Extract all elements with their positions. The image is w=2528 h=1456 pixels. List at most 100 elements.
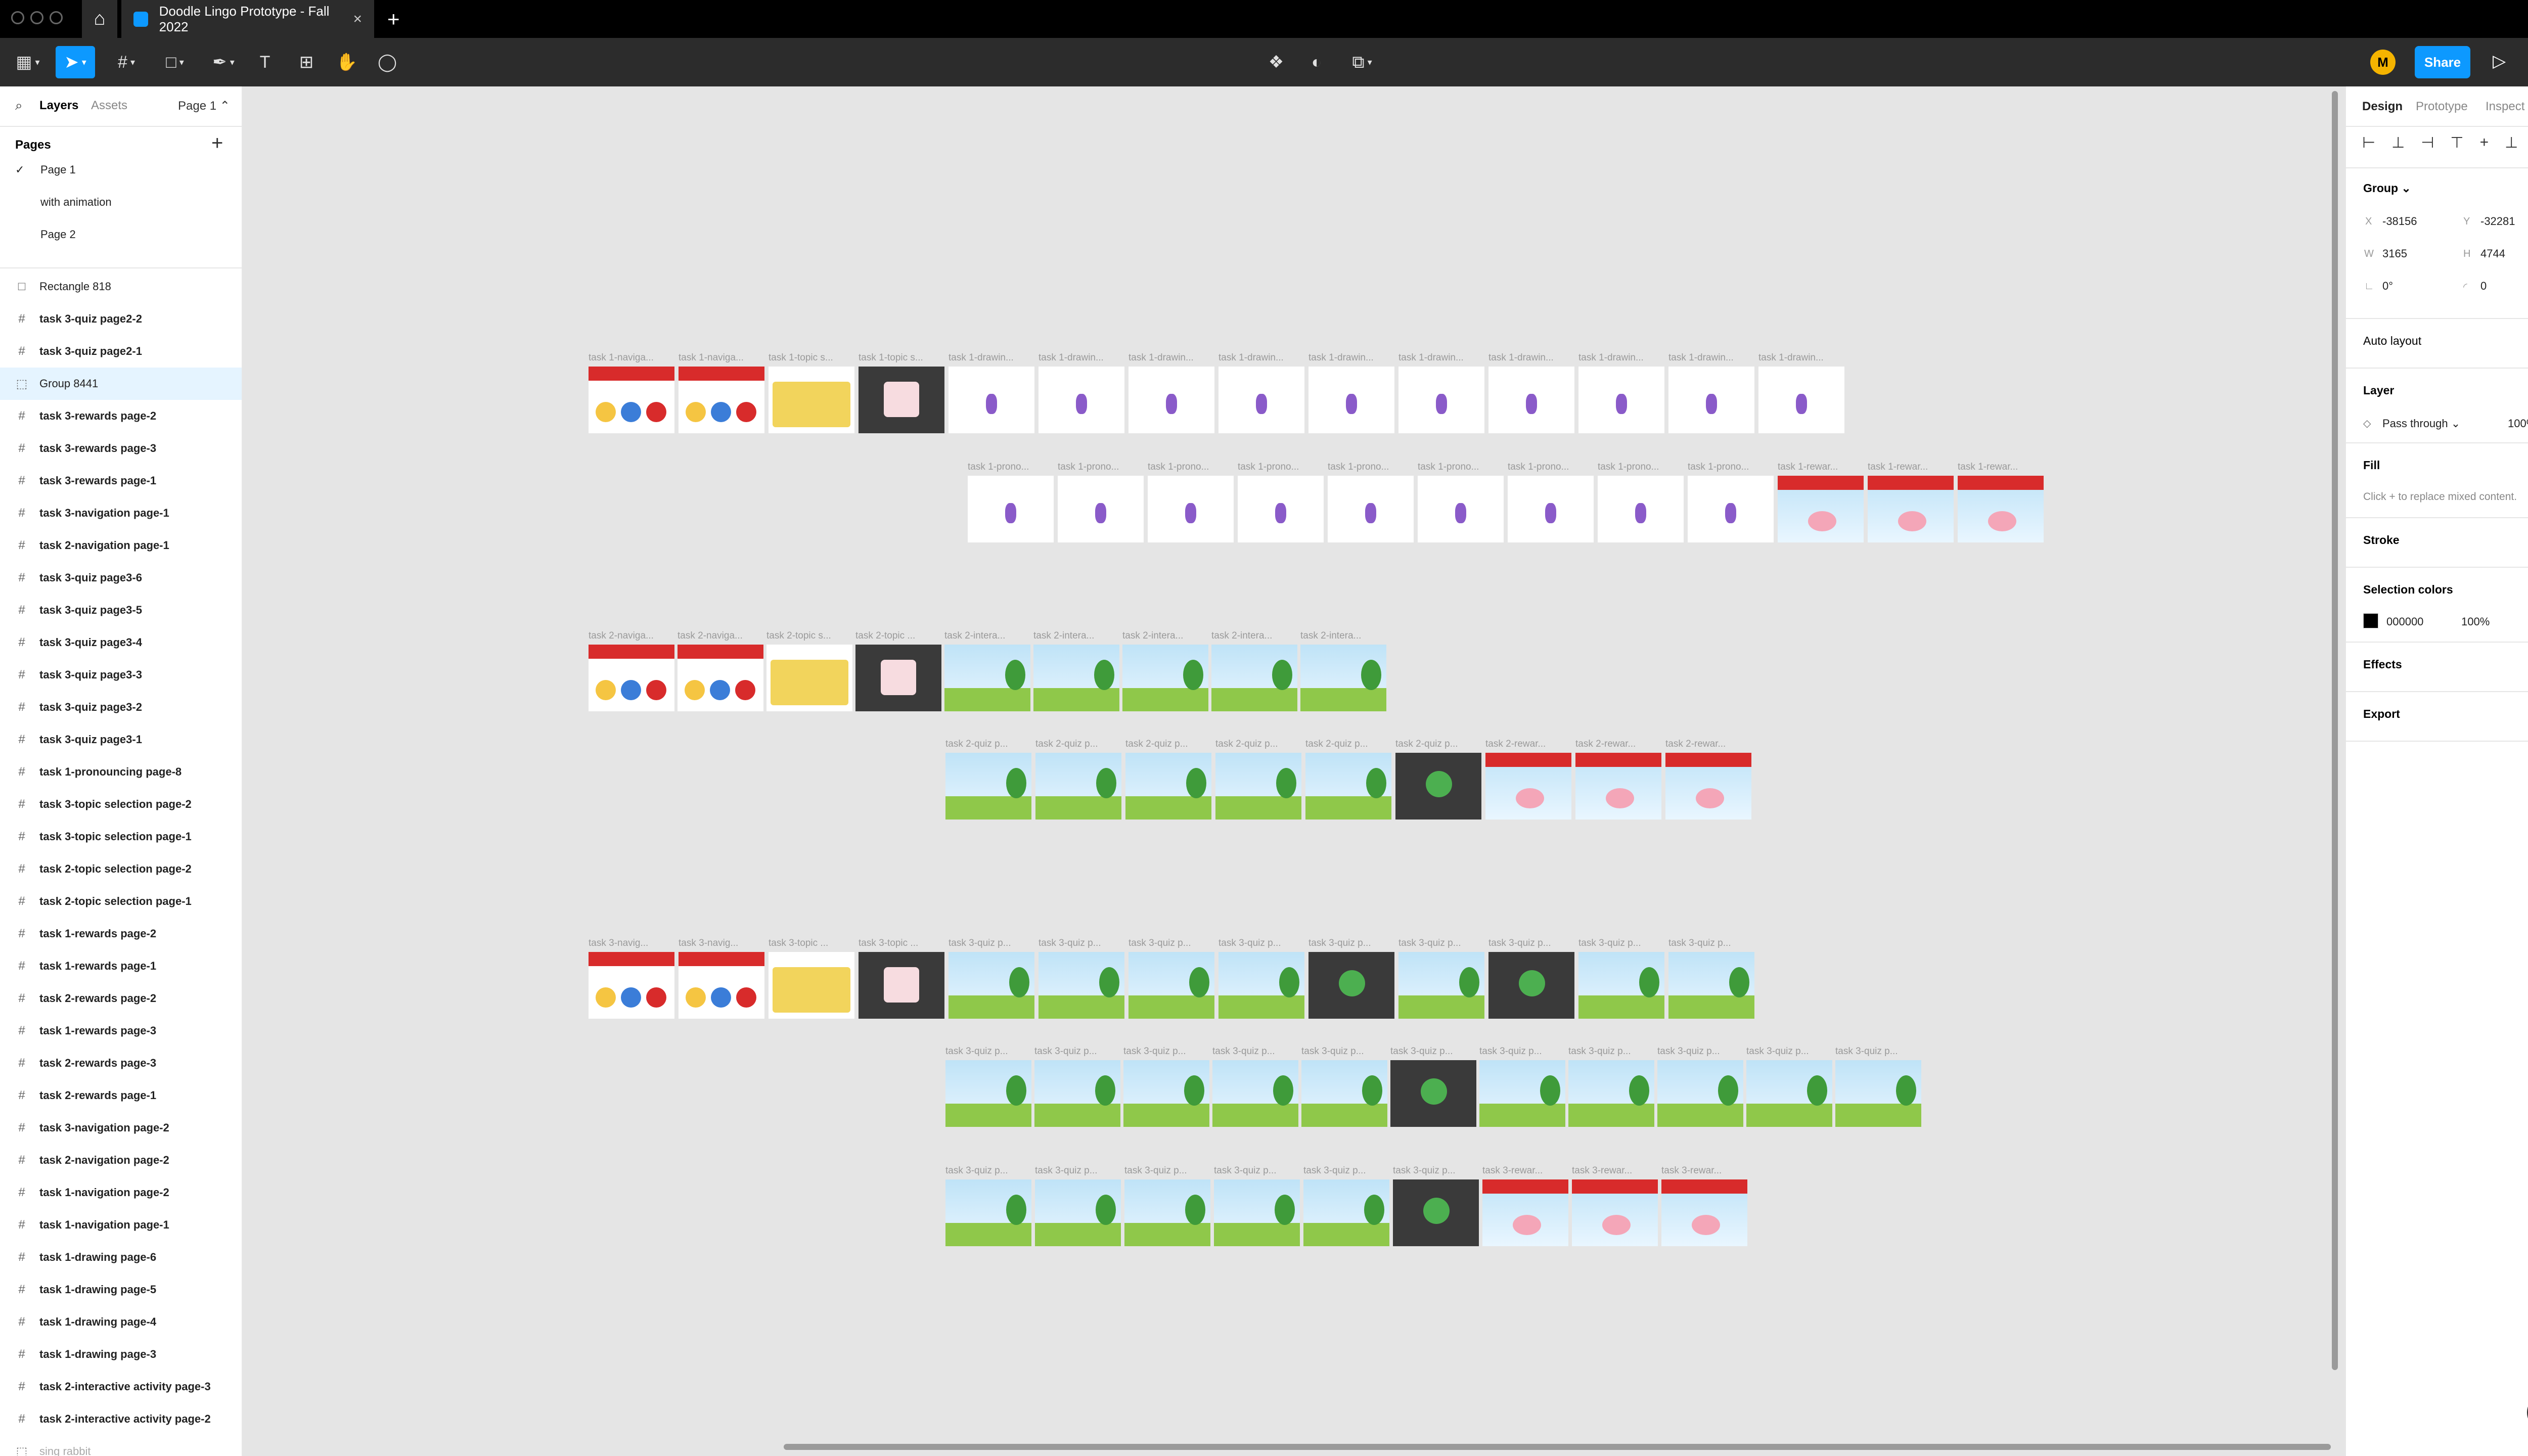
frame-label[interactable]: task 3-navig... xyxy=(679,938,764,949)
frame-thumbnail[interactable] xyxy=(1128,952,1214,1019)
frame-label[interactable]: task 1-prono... xyxy=(1238,462,1324,473)
frame-thumbnail[interactable] xyxy=(1218,367,1304,433)
frame-label[interactable]: task 3-topic ... xyxy=(769,938,854,949)
frame-thumbnail[interactable] xyxy=(679,952,764,1019)
layer-item[interactable]: # task 1-drawing page-6 xyxy=(0,1241,242,1273)
layer-item[interactable]: # task 2-navigation page-2 xyxy=(0,1144,242,1176)
search-icon[interactable]: ⌕ xyxy=(15,98,23,114)
frame-thumbnail[interactable] xyxy=(1393,1179,1479,1246)
frame-thumbnail[interactable] xyxy=(1746,1060,1832,1127)
frame-label[interactable]: task 1-rewar... xyxy=(1868,462,1954,473)
frame-label[interactable]: task 1-prono... xyxy=(1148,462,1234,473)
frame-label[interactable]: task 3-quiz p... xyxy=(1218,938,1304,949)
maximize-window-icon[interactable] xyxy=(50,11,63,24)
layer-item[interactable]: # task 1-rewards page-1 xyxy=(0,950,242,982)
frame-label[interactable]: task 3-quiz p... xyxy=(1123,1046,1209,1057)
frame-thumbnail[interactable] xyxy=(1034,1060,1120,1127)
frame-label[interactable]: task 1-prono... xyxy=(1058,462,1144,473)
frame-label[interactable]: task 2-quiz p... xyxy=(1035,739,1121,750)
frame-thumbnail[interactable] xyxy=(1390,1060,1476,1127)
frame-label[interactable]: task 3-quiz p... xyxy=(1835,1046,1921,1057)
frame-label[interactable]: task 3-quiz p... xyxy=(1303,1165,1389,1176)
frame-label[interactable]: task 1-drawin... xyxy=(1398,352,1484,363)
frame-thumbnail[interactable] xyxy=(968,476,1054,542)
frame-thumbnail[interactable] xyxy=(589,367,674,433)
frame-label[interactable]: task 2-quiz p... xyxy=(1215,739,1301,750)
frame-label[interactable]: task 1-topic s... xyxy=(769,352,854,363)
layer-item[interactable]: # task 3-navigation page-2 xyxy=(0,1112,242,1144)
layer-item[interactable]: # task 2-topic selection page-2 xyxy=(0,853,242,885)
frame-label[interactable]: task 2-intera... xyxy=(1300,630,1386,642)
frame-label[interactable]: task 2-topic s... xyxy=(766,630,852,642)
mask-button[interactable]: ◐ xyxy=(1301,46,1332,78)
frame-thumbnail[interactable] xyxy=(949,367,1034,433)
rotation-field[interactable]: 0° xyxy=(2382,280,2393,293)
frame-label[interactable]: task 1-drawin... xyxy=(1128,352,1214,363)
frame-thumbnail[interactable] xyxy=(1128,367,1214,433)
layer-item[interactable]: # task 3-quiz page2-1 xyxy=(0,335,242,368)
tab-inspect[interactable]: Inspect xyxy=(2486,100,2524,114)
frame-thumbnail[interactable] xyxy=(945,753,1031,820)
layer-item[interactable]: # task 3-quiz page3-4 xyxy=(0,626,242,659)
frame-thumbnail[interactable] xyxy=(1508,476,1594,542)
frame-thumbnail[interactable] xyxy=(949,952,1034,1019)
frame-thumbnail[interactable] xyxy=(1661,1179,1747,1246)
color-swatch[interactable] xyxy=(2363,613,2378,628)
frame-label[interactable]: task 1-rewar... xyxy=(1778,462,1864,473)
layer-item[interactable]: # task 1-pronouncing page-8 xyxy=(0,756,242,788)
frame-thumbnail[interactable] xyxy=(1395,753,1481,820)
page-item[interactable]: Page 2 xyxy=(40,228,76,241)
frame-label[interactable]: task 3-quiz p... xyxy=(1035,1165,1121,1176)
frame-thumbnail[interactable] xyxy=(1479,1060,1565,1127)
frame-thumbnail[interactable] xyxy=(1212,1060,1298,1127)
frame-label[interactable]: task 3-quiz p... xyxy=(1398,938,1484,949)
layer-item[interactable]: # task 2-rewards page-3 xyxy=(0,1047,242,1079)
frame-label[interactable]: task 3-quiz p... xyxy=(1746,1046,1832,1057)
frame-thumbnail[interactable] xyxy=(1482,1179,1568,1246)
frame-label[interactable]: task 3-quiz p... xyxy=(1301,1046,1387,1057)
frame-label[interactable]: task 1-prono... xyxy=(1328,462,1414,473)
frame-thumbnail[interactable] xyxy=(1668,952,1754,1019)
layer-item[interactable]: # task 3-rewards page-2 xyxy=(0,400,242,432)
frame-thumbnail[interactable] xyxy=(679,367,764,433)
frame-label[interactable]: task 2-quiz p... xyxy=(1395,739,1481,750)
tab-layers[interactable]: Layers xyxy=(39,99,78,113)
frame-label[interactable]: task 1-naviga... xyxy=(679,352,764,363)
resources-button[interactable]: ⊞ xyxy=(291,46,322,78)
frame-label[interactable]: task 1-prono... xyxy=(1688,462,1774,473)
layer-opacity[interactable]: 100% xyxy=(2508,417,2528,430)
close-tab-icon[interactable]: × xyxy=(353,11,362,28)
add-page-icon[interactable]: + xyxy=(211,132,223,155)
frame-label[interactable]: task 3-quiz p... xyxy=(1034,1046,1120,1057)
frame-label[interactable]: task 3-rewar... xyxy=(1482,1165,1568,1176)
frame-thumbnail[interactable] xyxy=(1218,952,1304,1019)
layer-item[interactable]: □ Rectangle 818 xyxy=(0,270,242,303)
frame-thumbnail[interactable] xyxy=(1215,753,1301,820)
share-button[interactable]: Share xyxy=(2415,46,2470,78)
frame-label[interactable]: task 3-quiz p... xyxy=(1212,1046,1298,1057)
frame-thumbnail[interactable] xyxy=(1758,367,1844,433)
layer-item[interactable]: # task 3-quiz page3-5 xyxy=(0,594,242,626)
color-hex[interactable]: 000000 xyxy=(2386,615,2423,628)
horizontal-scrollbar[interactable] xyxy=(784,1444,2331,1450)
frame-label[interactable]: task 2-intera... xyxy=(944,630,1030,642)
frame-thumbnail[interactable] xyxy=(1488,367,1574,433)
layer-item[interactable]: ⬚ sing rabbit xyxy=(0,1435,242,1456)
frame-label[interactable]: task 3-quiz p... xyxy=(949,938,1034,949)
frame-thumbnail[interactable] xyxy=(1122,645,1208,711)
frame-label[interactable]: task 1-prono... xyxy=(968,462,1054,473)
layer-item[interactable]: # task 1-rewards page-3 xyxy=(0,1015,242,1047)
frame-thumbnail[interactable] xyxy=(1058,476,1144,542)
layer-item[interactable]: # task 2-interactive activity page-2 xyxy=(0,1403,242,1435)
frame-thumbnail[interactable] xyxy=(1303,1179,1389,1246)
hand-tool-button[interactable]: ✋ xyxy=(332,46,362,78)
frame-label[interactable]: task 1-prono... xyxy=(1508,462,1594,473)
frame-thumbnail[interactable] xyxy=(944,645,1030,711)
frame-label[interactable]: task 1-drawin... xyxy=(1758,352,1844,363)
frame-thumbnail[interactable] xyxy=(589,645,674,711)
frame-thumbnail[interactable] xyxy=(1211,645,1297,711)
layer-item[interactable]: # task 3-rewards page-3 xyxy=(0,432,242,465)
frame-label[interactable]: task 2-quiz p... xyxy=(1305,739,1391,750)
frame-label[interactable]: task 1-topic s... xyxy=(859,352,944,363)
frame-label[interactable]: task 3-quiz p... xyxy=(1124,1165,1210,1176)
